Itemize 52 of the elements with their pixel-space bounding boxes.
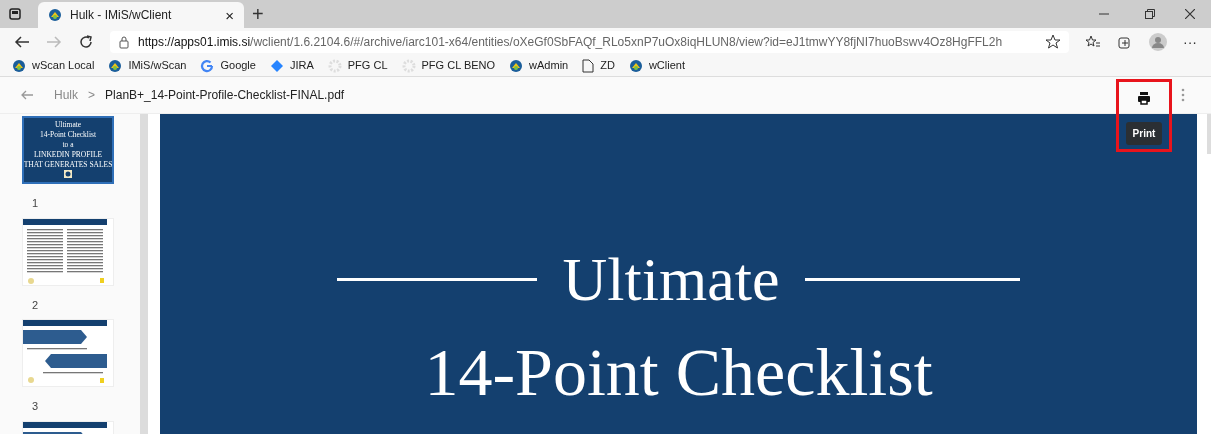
address-bar[interactable]: https://apps01.imis.si/wclient/1.6.2104.6/#/archive/iarc101-x64/entities/oXeGf0SbFAQf_RLo5xnP7uOx8iqHLUN8/view?id=eJ1tmwYY8fjNI7huoBswv4Oz8HgFFL2h <box>110 30 1069 53</box>
more-menu-button[interactable]: ··· <box>1183 34 1197 49</box>
gear-icon <box>401 58 416 73</box>
minimize-icon <box>1099 13 1109 15</box>
breadcrumb-separator: > <box>88 87 96 104</box>
bookmark-link[interactable]: wScan Local <box>12 57 95 74</box>
bookmark-link[interactable]: wAdmin <box>509 57 569 74</box>
bookmark-link[interactable]: JIRA <box>269 57 314 74</box>
bookmark-link[interactable]: ZD <box>582 57 615 74</box>
breadcrumb-link[interactable]: Hulk <box>54 86 78 104</box>
scrollbar-thumb[interactable] <box>1207 114 1211 154</box>
back-arrow-icon <box>20 89 34 101</box>
browser-tab[interactable]: Hulk - IMiS/wClient × <box>38 2 244 28</box>
bookmark-link[interactable]: wClient <box>628 57 685 74</box>
logo-icon <box>64 170 72 178</box>
favorites-icon <box>1085 33 1101 50</box>
close-tab-button[interactable]: × <box>225 7 234 23</box>
close-icon <box>1185 9 1195 19</box>
more-options-icon <box>1181 88 1185 102</box>
bookmark-link[interactable]: PFG CL BENO <box>401 57 496 74</box>
breadcrumb-current[interactable]: PlanB+_14-Point-Profile-Checklist-FINAL.pdf <box>105 86 345 104</box>
site-logo-icon <box>48 8 62 22</box>
globe-logo-icon <box>509 58 524 73</box>
page-icon <box>582 58 595 73</box>
page-number: 1 <box>31 196 40 211</box>
new-tab-button[interactable]: + <box>252 4 264 24</box>
page-number: 3 <box>31 399 40 414</box>
tab-actions-icon <box>8 7 22 21</box>
back-icon <box>14 34 30 49</box>
page-number: 2 <box>31 297 40 313</box>
avatar-icon <box>1149 32 1167 51</box>
favorite-star-icon <box>1045 33 1061 50</box>
print-icon <box>1137 91 1151 105</box>
globe-logo-icon <box>108 58 123 73</box>
page-title: Ultimate <box>562 244 780 314</box>
print-button[interactable] <box>1137 89 1151 107</box>
globe-logo-icon <box>628 58 643 73</box>
diamond-icon <box>269 58 284 73</box>
g-logo-icon <box>200 58 215 73</box>
page-subtitle: 14-Point Checklist <box>424 333 933 412</box>
gear-icon <box>327 58 342 73</box>
bookmark-link[interactable]: Google <box>200 57 256 74</box>
refresh-icon <box>78 33 94 50</box>
restore-icon <box>1145 9 1155 19</box>
forward-icon <box>46 34 62 49</box>
lock-icon <box>118 34 130 49</box>
globe-logo-icon <box>12 58 26 73</box>
print-tooltip: Print <box>1125 122 1163 145</box>
url-text: https://apps01.imis.si/wclient/1.6.2104.6/#/archive/iarc101-x64/entities/oXeGf0SbFAQf_RLo5xnP7uOx8iqHLUN8/view?id=eJ1tmwYY8fjNI7huoBswv4Oz8HgFFL2h <box>138 33 1004 51</box>
bookmark-link[interactable]: PFG CL <box>327 57 388 74</box>
tab-title: Hulk - IMiS/wClient <box>70 7 173 24</box>
bookmark-link[interactable]: IMiS/wScan <box>108 57 187 74</box>
